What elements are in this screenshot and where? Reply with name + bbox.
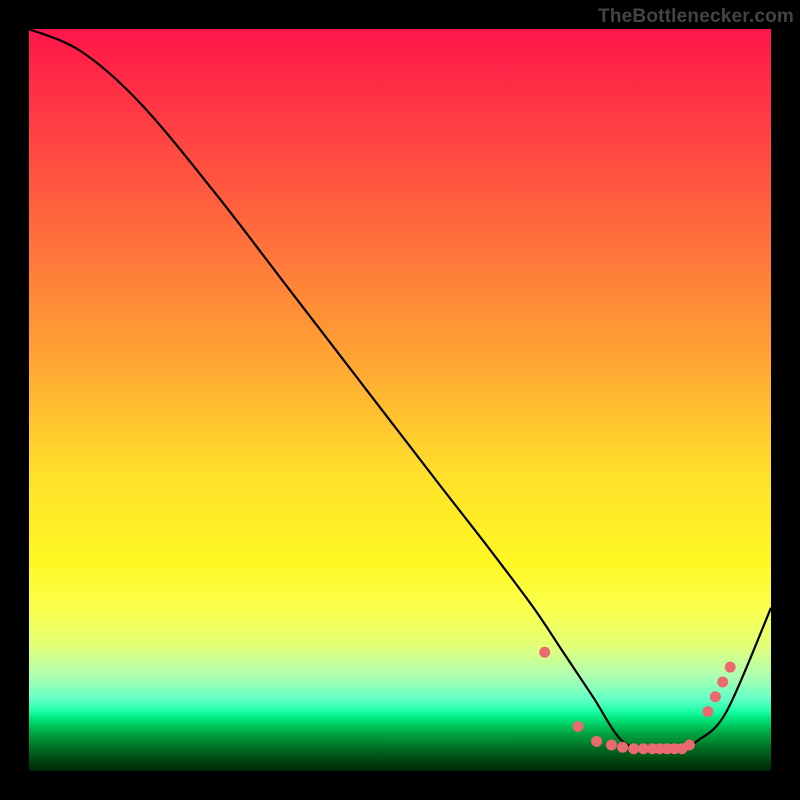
plot-area: [29, 29, 771, 771]
chart-svg: [29, 29, 771, 771]
curve-line: [29, 29, 771, 750]
attribution-text: TheBottlenecker.com: [598, 6, 794, 28]
marker-dots: [539, 647, 736, 754]
